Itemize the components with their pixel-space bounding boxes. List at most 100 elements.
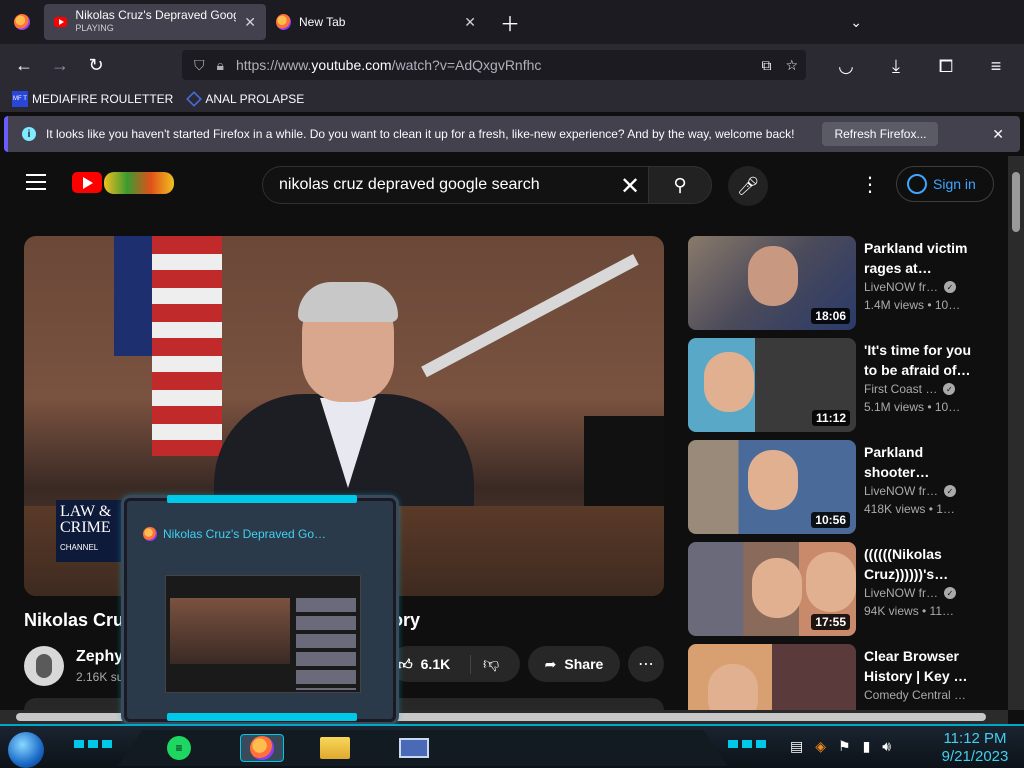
share-button[interactable]: ➦ Share [528,646,620,682]
bookmark-second[interactable]: ANAL PROLAPSE [186,91,305,107]
picture-in-picture-icon[interactable]: ⧉ [761,57,771,74]
video-thumbnail[interactable]: 11:12 [688,338,856,432]
volume-icon[interactable]: 🔊︎ [882,738,891,755]
flag-icon[interactable]: ⚑ [838,738,851,755]
forward-arrow-icon[interactable]: → [42,49,78,81]
voice-search-button[interactable]: 🎤︎ [728,166,768,206]
video-title[interactable]: Parkland shooter… [864,442,976,482]
vertical-scrollbar[interactable] [1008,156,1024,710]
extensions-icon[interactable]: ⧠ [928,50,964,82]
folder-icon [320,737,350,759]
search-icon: ⚲ [673,174,687,195]
back-arrow-icon[interactable]: ← [6,49,42,81]
youtube-logo[interactable] [72,172,102,193]
bookmarks-toolbar: MF T MEDIAFIRE ROULETTER ANAL PROLAPSE [0,86,1024,112]
youtube-doodle[interactable] [104,172,174,194]
like-dislike-group: 👍︎ 6.1K 👎︎ [390,646,520,682]
video-meta: 5.1M views • 10… [864,400,961,414]
list-item[interactable]: Clear Browser History | Key … Comedy Cen… [688,644,988,710]
close-icon[interactable]: ✕ [992,126,1004,143]
like-button[interactable]: 👍︎ 6.1K [390,656,470,673]
list-item[interactable]: 11:12 'It's time for you to be afraid of… [688,338,988,440]
system-tray: ▤ ◈ ⚑ ▮ 🔊︎ [790,738,891,755]
search-input[interactable]: nikolas cruz depraved google search [262,166,648,204]
taskbar-app-firefox[interactable] [240,734,284,762]
bookmark-mediafire[interactable]: MF T MEDIAFIRE ROULETTER [12,91,173,107]
more-actions-icon[interactable]: ⋯ [628,646,664,682]
search-button[interactable]: ⚲ [648,166,712,204]
reload-icon[interactable]: ↻ [78,49,114,81]
duration-badge: 17:55 [811,614,850,630]
tab-youtube[interactable]: Nikolas Cruz's Depraved Google Search Hi… [44,4,266,40]
close-tab-icon[interactable]: ✕ [464,14,476,31]
settings-kebab-icon[interactable]: ⋮ [860,172,880,197]
channel-name[interactable]: LiveNOW fr… [864,484,938,498]
search-query: nikolas cruz depraved google search [279,176,540,193]
logo-subtext: CHANNEL [60,543,99,552]
downloads-icon[interactable]: ⤓ [878,50,914,82]
video-meta: 1.4M views • 10… [864,298,961,312]
navigation-bar: ← → ↻ ⛉ 🔒︎ https://www.youtube.com/watch… [0,44,1024,86]
video-thumbnail[interactable] [688,644,856,710]
url-text[interactable]: https://www.youtube.com/watch?v=AdQxgvRn… [236,57,541,73]
url-bar[interactable]: ⛉ 🔒︎ https://www.youtube.com/watch?v=AdQ… [182,50,806,80]
pocket-icon[interactable]: ◡ [828,50,864,82]
tab-title: New Tab [298,15,346,29]
list-item[interactable]: 17:55 ((((((Nikolas Cruz))))))'s… LiveNO… [688,542,988,644]
close-tab-icon[interactable]: ✕ [244,14,256,31]
video-title[interactable]: ((((((Nikolas Cruz))))))'s… [864,544,976,584]
video-thumbnail[interactable]: 17:55 [688,542,856,636]
lock-icon[interactable]: 🔒︎ [217,57,224,74]
list-item[interactable]: 18:06 Parkland victim rages at… LiveNOW … [688,236,988,338]
channel-name[interactable]: LiveNOW fr… [864,280,938,294]
app-tray-icon[interactable]: ◈ [815,738,826,755]
video-thumbnail[interactable]: 10:56 [688,440,856,534]
bookmark-star-icon[interactable]: ☆ [785,57,798,74]
clear-search-icon[interactable]: ✕ [620,172,640,201]
menu-icon[interactable]: ≡ [978,50,1014,82]
channel-name[interactable]: Comedy Central … [864,688,966,702]
law-and-crime-logo: LAW & CRIME CHANNEL [56,500,122,562]
tab-new-tab[interactable]: New Tab ✕ [266,4,486,40]
preview-thumbnail[interactable] [165,575,361,693]
video-title[interactable]: Parkland victim rages at… [864,238,976,278]
verified-check-icon: ✓ [943,383,956,395]
new-tab-plus-icon[interactable]: ＋ [500,8,520,37]
duration-badge: 18:06 [811,308,850,324]
youtube-favicon-icon [54,17,68,27]
refresh-firefox-button[interactable]: Refresh Firefox... [822,122,939,146]
logo-text: LAW & CRIME [60,503,112,536]
sign-in-button[interactable]: Sign in [896,166,994,202]
microphone-icon: 🎤︎ [736,175,760,196]
sign-in-label: Sign in [933,176,976,192]
video-title[interactable]: Clear Browser History | Key … [864,646,976,686]
taskbar-app-explorer[interactable] [318,734,352,762]
taskbar-app-window[interactable] [396,734,432,762]
person-icon [907,174,927,194]
firefox-favicon-icon [276,14,291,30]
taskbar-clock[interactable]: 11:12 PM 9/21/2023 [930,730,1020,766]
taskbar: ≡ ▤ ◈ ⚑ ▮ 🔊︎ 11:12 PM 9/21/2023 [0,724,1024,768]
bookmark-label: MEDIAFIRE ROULETTER [32,92,174,106]
verified-check-icon: ✓ [944,587,957,599]
list-item[interactable]: 10:56 Parkland shooter… LiveNOW fr… ✓ 418… [688,440,988,542]
taskbar-app-spotify[interactable]: ≡ [164,734,194,762]
hamburger-menu-icon[interactable] [26,174,46,190]
network-icon[interactable]: ▤ [790,738,803,755]
notification-text: It looks like you haven't started Firefo… [46,127,795,141]
start-button[interactable] [8,732,44,768]
video-thumbnail[interactable]: 18:06 [688,236,856,330]
url-path: /watch?v=AdQxgvRnfhc [391,57,542,73]
channel-name[interactable]: LiveNOW fr… [864,586,938,600]
chevron-down-icon[interactable]: ⌄ [850,14,862,31]
thumbs-down-icon[interactable]: 👎︎ [470,654,499,674]
video-title[interactable]: 'It's time for you to be afraid of… [864,340,976,380]
bookmark-label: ANAL PROLAPSE [205,92,305,106]
channel-name[interactable]: Zephyr [76,648,129,666]
taskbar-window-preview[interactable]: Nikolas Cruz's Depraved Go… [124,495,396,722]
channel-avatar[interactable] [24,646,64,686]
firefox-view-icon[interactable] [14,14,30,30]
network-bars-icon[interactable]: ▮ [863,738,871,755]
shield-icon[interactable]: ⛉ [194,57,205,74]
channel-name[interactable]: First Coast … [864,382,937,396]
